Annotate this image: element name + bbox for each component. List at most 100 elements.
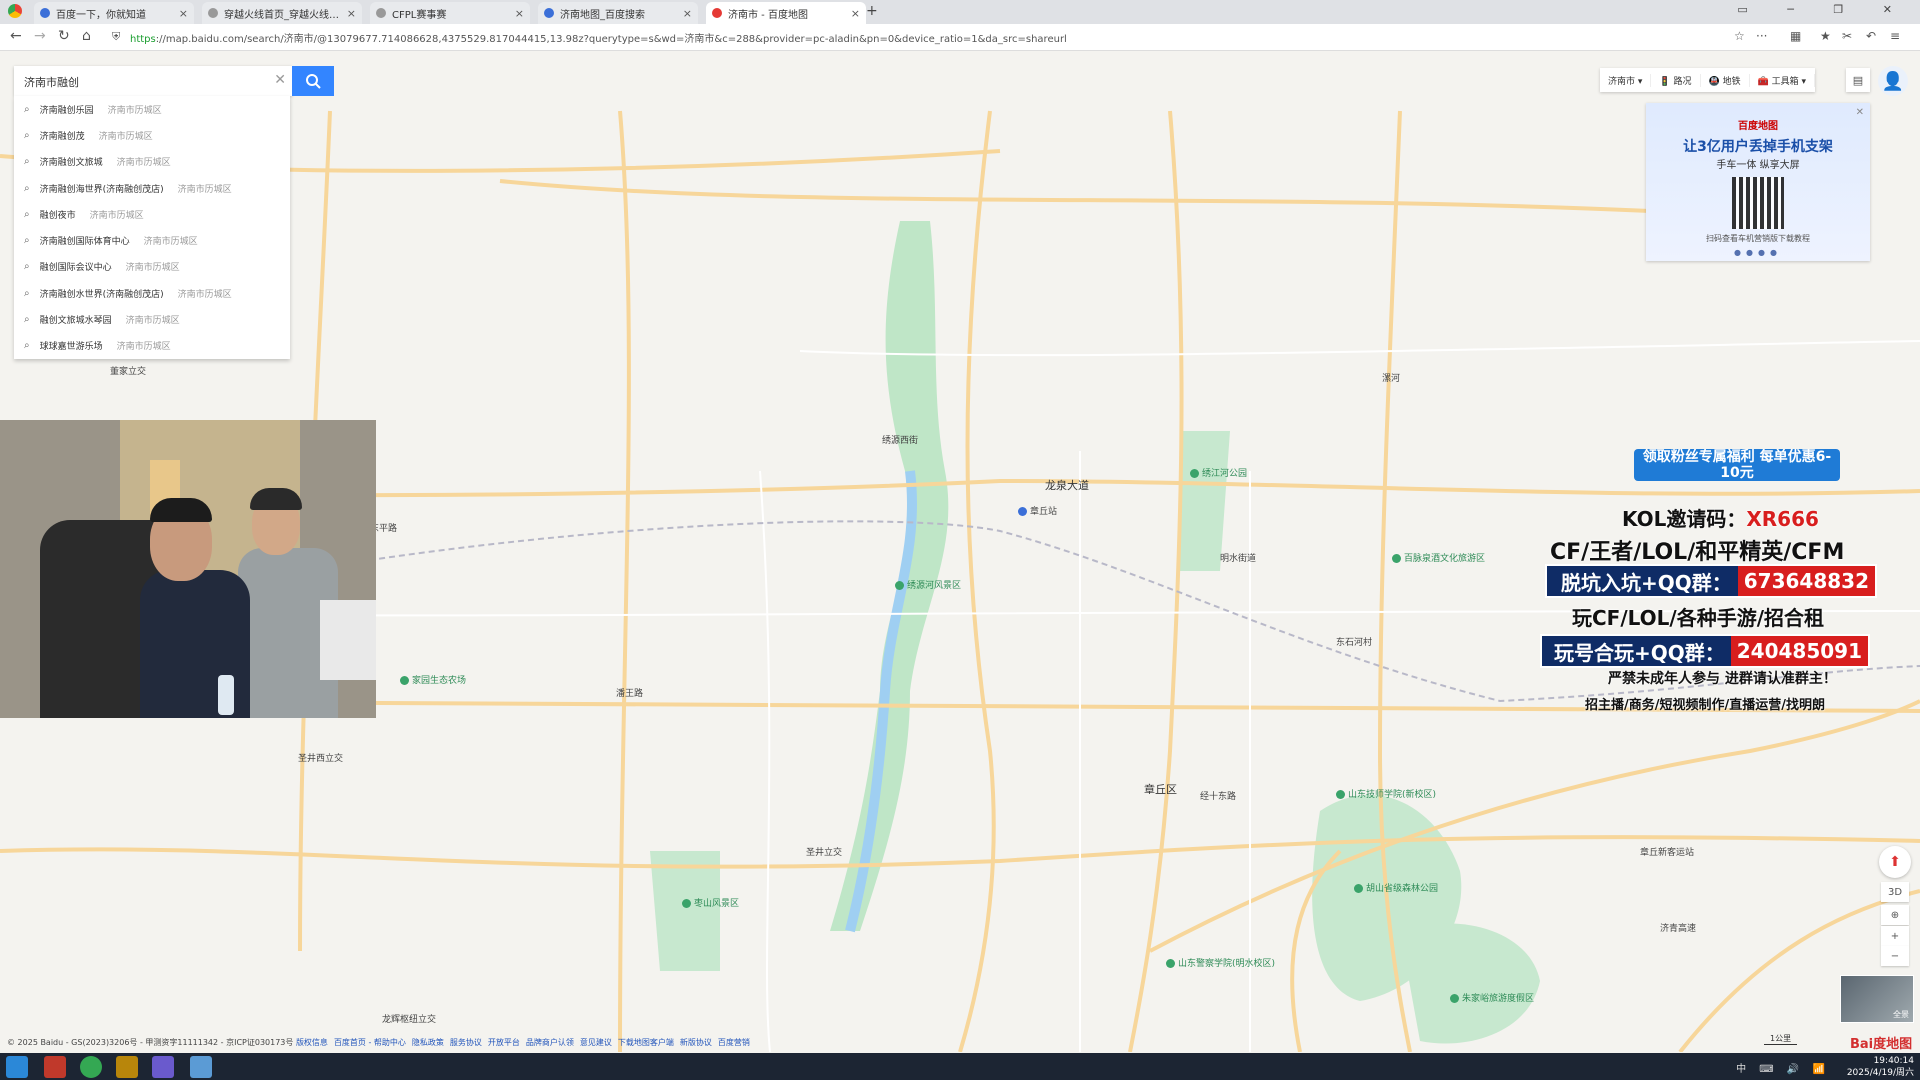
footer-link[interactable]: 版权信息	[296, 1038, 328, 1047]
footer-link[interactable]: 新版协议	[680, 1038, 712, 1047]
poi-marker-icon[interactable]	[1018, 507, 1027, 516]
map-label[interactable]: 朱家峪旅游度假区	[1450, 991, 1534, 1004]
map-label[interactable]: 漯河	[1382, 371, 1400, 384]
suggestion-item[interactable]: ⌕ 融创文旅城水琴园 济南市历城区	[14, 306, 290, 332]
poi-marker-icon[interactable]	[1450, 994, 1459, 1003]
tab-close-icon[interactable]: ×	[683, 7, 692, 20]
traffic-toggle[interactable]: 🚦 路况	[1651, 73, 1701, 87]
map-label[interactable]: 章丘新客运站	[1640, 845, 1694, 858]
more-dots-icon[interactable]: ···	[1756, 29, 1767, 43]
browser-tab[interactable]: 济南地图_百度搜索 ×	[538, 2, 698, 24]
browser-logo-icon[interactable]	[8, 4, 22, 18]
map-label[interactable]: 章丘站	[1018, 504, 1057, 517]
footer-link[interactable]: 百度营销	[718, 1038, 750, 1047]
3d-toggle[interactable]: 3D	[1881, 882, 1909, 902]
map-label[interactable]: 圣井立交	[806, 845, 842, 858]
taskbar-browser-icon[interactable]	[80, 1056, 102, 1078]
compass-icon[interactable]: ⬆	[1879, 846, 1911, 878]
tab-close-icon[interactable]: ×	[179, 7, 188, 20]
start-button[interactable]	[6, 1056, 28, 1078]
taskbar-clock[interactable]: 19:40:14 2025/4/19/周六	[1847, 1055, 1914, 1079]
poi-marker-icon[interactable]	[1354, 884, 1363, 893]
suggestion-item[interactable]: ⌕ 济南融创文旅城 济南市历城区	[14, 149, 290, 175]
poi-marker-icon[interactable]	[1336, 790, 1345, 799]
suggestion-item[interactable]: ⌕ 球球嘉世游乐场 济南市历城区	[14, 333, 290, 359]
suggestion-item[interactable]: ⌕ 融创夜市 济南市历城区	[14, 201, 290, 227]
poi-marker-icon[interactable]	[1166, 959, 1175, 968]
security-shield-icon[interactable]: ⛨	[112, 30, 120, 44]
bookmark-star-icon[interactable]: ☆	[1734, 29, 1745, 43]
map-label[interactable]: 经十东路	[1200, 789, 1236, 802]
taskbar-app-4[interactable]	[152, 1056, 174, 1078]
footer-link[interactable]: 隐私政策	[412, 1038, 444, 1047]
footer-link[interactable]: 意见建议	[580, 1038, 612, 1047]
map-label[interactable]: 章丘区	[1144, 781, 1177, 797]
taskbar-cloud-icon[interactable]	[190, 1056, 212, 1078]
promo-ad[interactable]: ✕ 百度地图 让3亿用户丢掉手机支架 手车一体 纵享大屏 扫码查看车机营销版下载…	[1646, 103, 1870, 261]
user-avatar[interactable]: 👤	[1878, 66, 1908, 96]
map-label[interactable]: 明水街道	[1220, 551, 1256, 564]
map-label[interactable]: 龙泉大道	[1045, 477, 1089, 493]
taskbar-app-3[interactable]	[116, 1056, 138, 1078]
map-label[interactable]: 东石河村	[1336, 635, 1372, 648]
url-field[interactable]: https://map.baidu.com/search/济南市/@130796…	[130, 30, 1067, 45]
undo-icon[interactable]: ↶	[1866, 29, 1876, 43]
map-label[interactable]: 枣山风景区	[682, 896, 739, 909]
subway-toggle[interactable]: 🚇 地铁	[1701, 73, 1750, 87]
map-label[interactable]: 百脉泉酒文化旅游区	[1392, 551, 1485, 564]
suggestion-item[interactable]: ⌕ 济南融创海世界(济南融创茂店) 济南市历城区	[14, 175, 290, 201]
footer-link[interactable]: 服务协议	[450, 1038, 482, 1047]
tab-close-icon[interactable]: ×	[851, 7, 860, 20]
browser-tab[interactable]: 穿越火线首页_穿越火线首页 ×	[202, 2, 362, 24]
map-label[interactable]: 山东技师学院(新校区)	[1336, 787, 1436, 800]
footer-link[interactable]: 开放平台	[488, 1038, 520, 1047]
suggestion-item[interactable]: ⌕ 济南融创国际体育中心 济南市历城区	[14, 227, 290, 253]
toolbox-menu[interactable]: 🧰 工具箱 ▾	[1750, 73, 1816, 87]
reload-icon[interactable]: ↻	[58, 28, 70, 44]
map-label[interactable]: 绣江河公园	[1190, 466, 1247, 479]
apps-grid-icon[interactable]: ▦	[1790, 29, 1801, 43]
menu-icon[interactable]: ≡	[1890, 29, 1900, 43]
browser-tab[interactable]: CFPL赛事赛 ×	[370, 2, 530, 24]
browser-tab[interactable]: 百度一下，你就知道 ×	[34, 2, 194, 24]
clear-icon[interactable]: ✕	[274, 72, 286, 88]
taskbar-app-1[interactable]	[44, 1056, 66, 1078]
new-tab-button[interactable]: +	[866, 3, 878, 19]
locate-icon[interactable]: ⊕	[1881, 905, 1909, 925]
system-tray[interactable]: 中 ⌨ 🔊 📶	[1736, 1060, 1830, 1075]
poi-marker-icon[interactable]	[1190, 469, 1199, 478]
map-label[interactable]: 龙辉枢纽立交	[382, 1012, 436, 1025]
footer-link[interactable]: 品牌商户认领	[526, 1038, 574, 1047]
browser-tab[interactable]: 济南市 - 百度地图 ×	[706, 2, 866, 24]
suggestion-item[interactable]: ⌕ 济南融创乐园 济南市历城区	[14, 96, 290, 122]
poi-marker-icon[interactable]	[682, 899, 691, 908]
map-label[interactable]: 绣源西街	[882, 433, 918, 446]
carousel-dots[interactable]: ●●●●	[1646, 248, 1870, 257]
map-label[interactable]: 济青高速	[1660, 921, 1696, 934]
suggestion-item[interactable]: ⌕ 融创国际会议中心 济南市历城区	[14, 254, 290, 280]
suggestion-item[interactable]: ⌕ 济南融创水世界(济南融创茂店) 济南市历城区	[14, 280, 290, 306]
search-input[interactable]	[22, 72, 266, 92]
poi-marker-icon[interactable]	[400, 676, 409, 685]
map-label[interactable]: 董家立交	[110, 364, 146, 377]
fan-benefit-banner[interactable]: 领取粉丝专属福利 每单优惠6-10元	[1634, 449, 1840, 481]
map-label[interactable]: 山东警察学院(明水校区)	[1166, 956, 1275, 969]
message-icon[interactable]: ▤	[1846, 68, 1870, 92]
panorama-thumbnail[interactable]: 全景	[1840, 975, 1914, 1023]
tab-close-icon[interactable]: ×	[515, 7, 524, 20]
home-icon[interactable]: ⌂	[82, 28, 91, 44]
map-label[interactable]: 胡山省级森林公园	[1354, 881, 1438, 894]
poi-marker-icon[interactable]	[1392, 554, 1401, 563]
zoom-out-button[interactable]: −	[1881, 946, 1909, 966]
ad-close-icon[interactable]: ✕	[1856, 107, 1864, 118]
back-icon[interactable]: ←	[10, 28, 22, 44]
footer-link[interactable]: 百度首页 - 帮助中心	[334, 1038, 406, 1047]
favorites-icon[interactable]: ★	[1820, 29, 1831, 43]
window-controls[interactable]: ▭ ─ ❐ ✕	[1737, 3, 1910, 16]
suggestion-item[interactable]: ⌕ 济南融创茂 济南市历城区	[14, 122, 290, 148]
forward-icon[interactable]: →	[34, 28, 46, 44]
tools-icon[interactable]: ✂	[1842, 29, 1852, 43]
tab-close-icon[interactable]: ×	[347, 7, 356, 20]
footer-link[interactable]: 下载地图客户端	[618, 1038, 674, 1047]
search-button[interactable]	[292, 66, 334, 96]
